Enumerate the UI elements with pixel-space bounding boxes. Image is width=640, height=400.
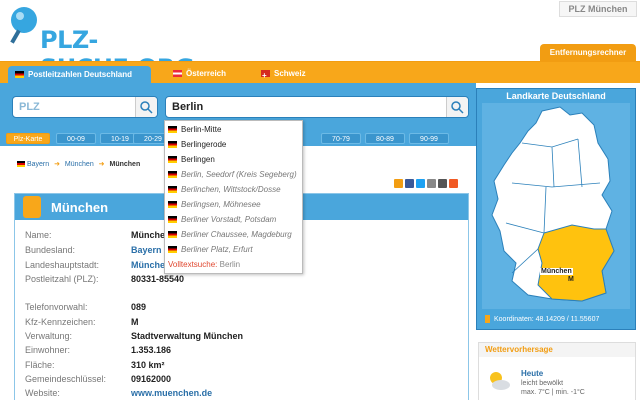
weather-title: Wettervorhersage bbox=[479, 343, 635, 357]
map-coordinates: Koordinaten: 48.14209 / 11.55607 bbox=[485, 315, 599, 323]
map-city-marker: M bbox=[568, 276, 574, 283]
autocomplete-item[interactable]: Berliner Vorstadt, Potsdam bbox=[168, 213, 276, 226]
autocomplete-item[interactable]: Berliner Chaussee, Magdeburg bbox=[168, 228, 292, 241]
germany-flag-icon bbox=[15, 71, 24, 78]
tab-austria[interactable]: Österreich bbox=[166, 65, 246, 84]
germany-map[interactable]: München M bbox=[482, 103, 630, 309]
weather-description: leicht bewölkt bbox=[521, 380, 564, 387]
city-title: München bbox=[51, 200, 109, 215]
search-icon bbox=[451, 101, 464, 114]
plz-range-80[interactable]: 80-89 bbox=[365, 133, 405, 144]
plz-range-70[interactable]: 70-79 bbox=[321, 133, 361, 144]
breadcrumb: Bayern ➜ München ➜ München bbox=[17, 160, 140, 168]
autocomplete-item[interactable]: Berlin, Seedorf (Kreis Segeberg) bbox=[168, 168, 297, 181]
distance-calculator-tab[interactable]: Entfernungsrechner bbox=[540, 44, 636, 61]
city-search-button[interactable] bbox=[446, 97, 468, 117]
plz-map-link[interactable]: Plz-Karte bbox=[6, 133, 50, 144]
plus-icon[interactable] bbox=[449, 179, 458, 188]
facebook-icon[interactable] bbox=[405, 179, 414, 188]
arrow-icon: ➜ bbox=[98, 161, 105, 168]
austria-flag-icon bbox=[173, 70, 182, 77]
germany-flag-icon bbox=[168, 156, 177, 163]
germany-flag-icon bbox=[168, 126, 177, 133]
germany-flag-icon bbox=[168, 141, 177, 148]
twitter-icon[interactable] bbox=[416, 179, 425, 188]
weather-temperature: max. 7°C | min. -1°C bbox=[521, 389, 585, 396]
breadcrumb-item-district[interactable]: München bbox=[65, 161, 94, 168]
autocomplete-item[interactable]: Berlinchen, Wittstock/Dosse bbox=[168, 183, 281, 196]
pin-icon bbox=[23, 196, 41, 218]
autocomplete-item[interactable]: Berliner Platz, Erfurt bbox=[168, 243, 253, 256]
print-icon[interactable] bbox=[438, 179, 447, 188]
plz-range-90[interactable]: 90-99 bbox=[409, 133, 449, 144]
switzerland-flag-icon bbox=[261, 67, 270, 84]
autocomplete-item[interactable]: Berlingsen, Möhnesee bbox=[168, 198, 261, 211]
bookmark-icon[interactable] bbox=[394, 179, 403, 188]
country-tabs: Postleitzahlen Deutschland Österreich Sc… bbox=[0, 61, 640, 85]
autocomplete-item[interactable]: Berlingerode bbox=[168, 138, 226, 151]
weather-widget: Wettervorhersage Heute leicht bewölkt ma… bbox=[478, 342, 636, 400]
email-icon[interactable] bbox=[427, 179, 436, 188]
plz-search-input[interactable]: PLZ bbox=[12, 96, 158, 118]
weather-day: Heute bbox=[521, 369, 544, 378]
arrow-icon: ➜ bbox=[54, 161, 60, 168]
plz-range-00[interactable]: 00-09 bbox=[56, 133, 96, 144]
city-shortcut-button[interactable]: PLZ München bbox=[559, 1, 637, 17]
map-city-label: München bbox=[540, 268, 573, 275]
city-search-input[interactable]: Berlin bbox=[165, 96, 469, 118]
logo[interactable]: PLZ-SUCHE.ORG bbox=[4, 4, 195, 82]
partly-cloudy-icon bbox=[490, 372, 510, 390]
autocomplete-item[interactable]: Berlin-Mitte bbox=[168, 123, 221, 136]
header: PLZ-SUCHE.ORG PLZ München Entfernungsrec… bbox=[0, 0, 640, 82]
share-toolbar bbox=[394, 179, 460, 189]
germany-flag-icon bbox=[168, 171, 177, 178]
search-icon bbox=[140, 101, 153, 114]
fulltext-search-option[interactable]: Volltextsuche: Berlin bbox=[168, 260, 240, 269]
autocomplete-item[interactable]: Berlingen bbox=[168, 153, 215, 166]
germany-flag-icon bbox=[168, 201, 177, 208]
germany-flag-icon bbox=[168, 186, 177, 193]
pin-icon bbox=[485, 315, 490, 323]
tab-switzerland[interactable]: Schweiz bbox=[254, 65, 334, 84]
germany-flag-icon bbox=[168, 231, 177, 238]
breadcrumb-item-state[interactable]: Bayern bbox=[27, 161, 49, 168]
germany-map-panel: Landkarte Deutschland München M Koordina… bbox=[476, 88, 636, 330]
germany-flag-icon bbox=[168, 246, 177, 253]
map-title: Landkarte Deutschland bbox=[506, 91, 606, 101]
germany-map-shape bbox=[491, 106, 615, 302]
germany-flag-icon bbox=[17, 161, 25, 168]
plz-search-button[interactable] bbox=[135, 97, 157, 117]
pin-logo-icon bbox=[10, 7, 37, 44]
autocomplete-dropdown: Berlin-Mitte Berlingerode Berlingen Berl… bbox=[164, 120, 303, 274]
germany-flag-icon bbox=[168, 216, 177, 223]
breadcrumb-item-city: München bbox=[109, 161, 141, 168]
